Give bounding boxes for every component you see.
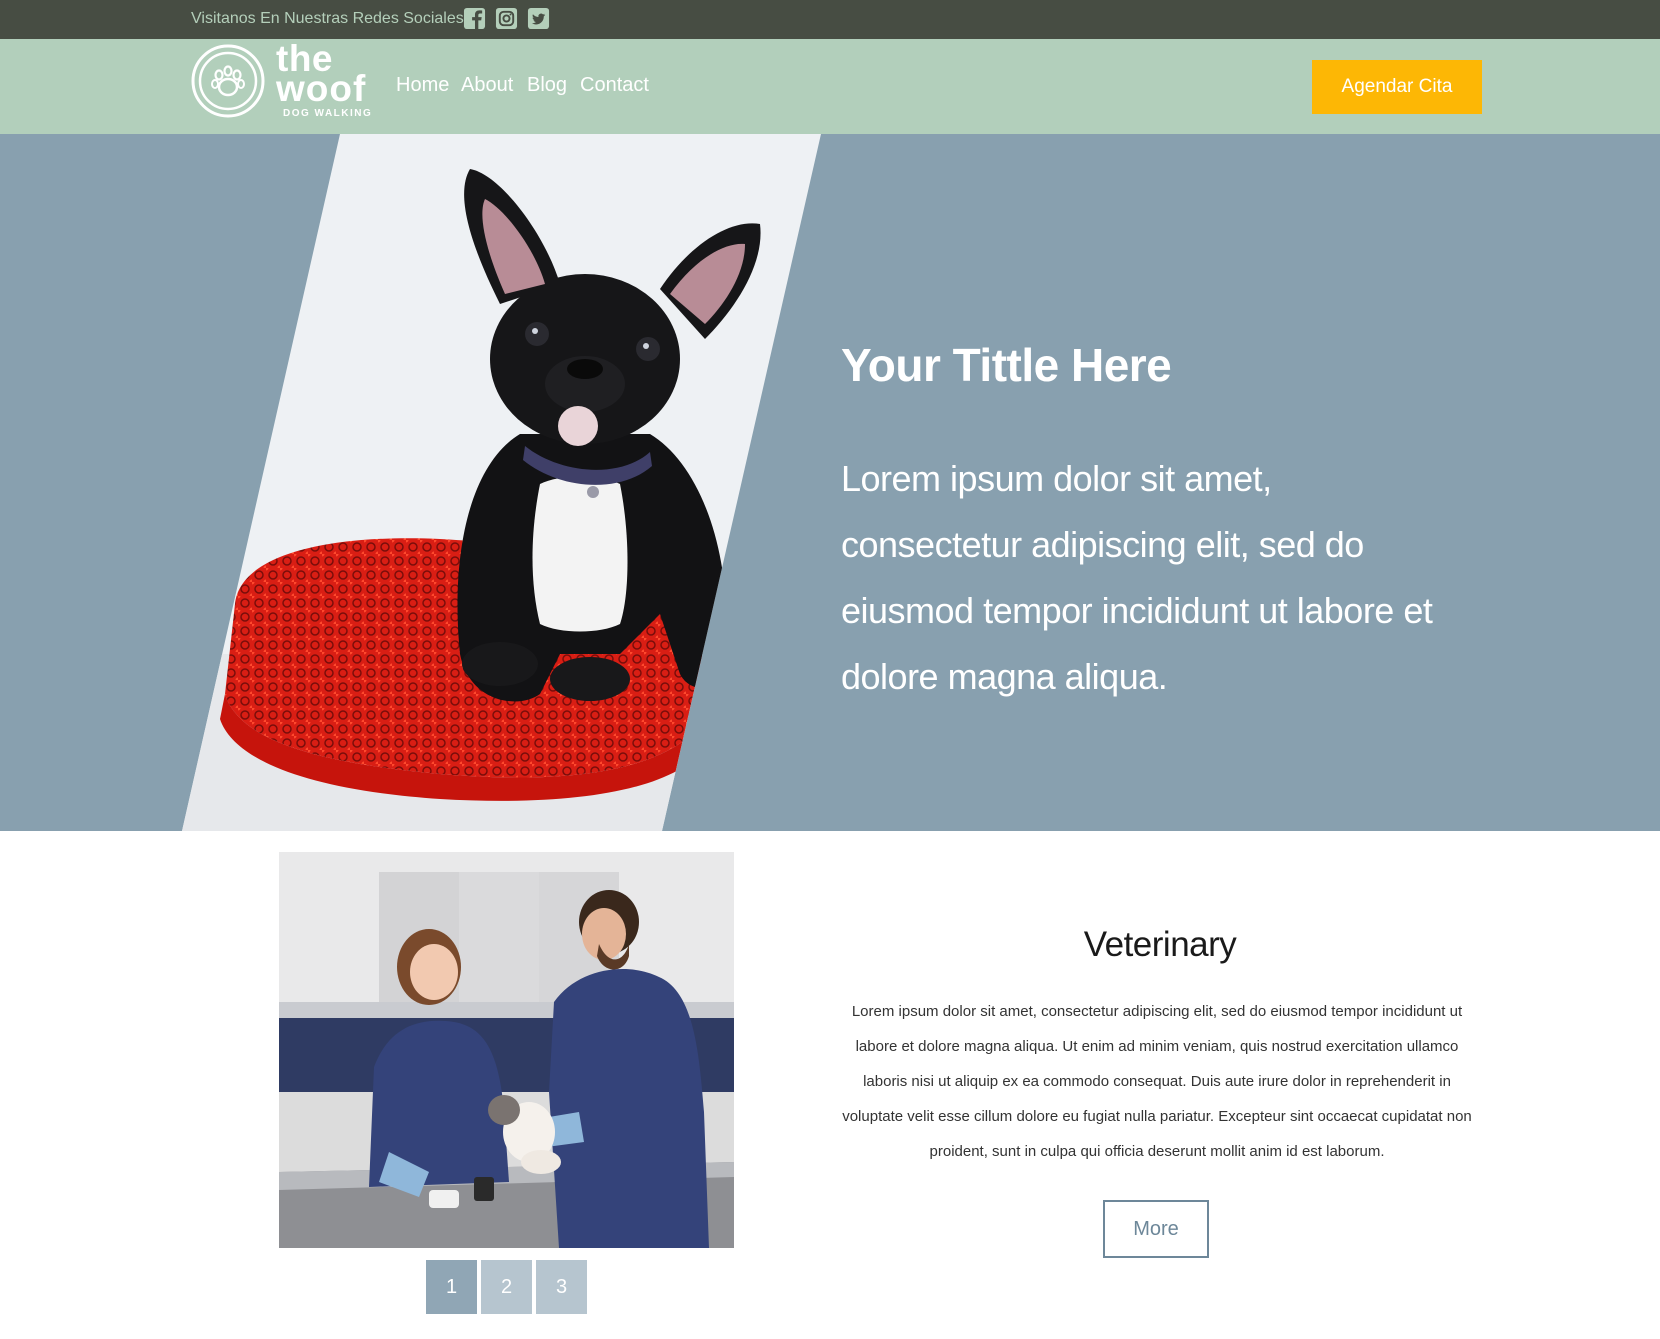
paw-icon[interactable] (191, 41, 265, 121)
nav-link-home[interactable]: Home (396, 74, 449, 97)
carousel-page-3[interactable]: 3 (536, 1260, 587, 1314)
hero-section: Your Tittle Here Lorem ipsum dolor sit a… (0, 134, 1660, 831)
more-button[interactable]: More (1103, 1200, 1209, 1258)
nav-link-contact[interactable]: Contact (580, 74, 649, 97)
carousel-page-2[interactable]: 2 (481, 1260, 532, 1314)
schedule-appointment-button[interactable]: Agendar Cita (1312, 60, 1482, 114)
carousel-page-1[interactable]: 1 (426, 1260, 477, 1314)
nav-link-about[interactable]: About (461, 74, 513, 97)
social-prompt-text: Visitanos En Nuestras Redes Sociales (191, 10, 464, 27)
instagram-icon[interactable] (495, 7, 518, 30)
service-title: Veterinary (1083, 925, 1237, 964)
service-description: Lorem ipsum dolor sit amet, consectetur … (842, 1003, 1472, 1160)
main-navbar: the woof DOG WALKING Home About Blog Con… (0, 39, 1660, 134)
nav-link-blog[interactable]: Blog (527, 74, 567, 97)
hero-title: Your Tittle Here (841, 339, 1172, 391)
hero-description: Lorem ipsum dolor sit amet, consectetur … (841, 458, 1433, 697)
twitter-icon[interactable] (527, 7, 550, 30)
veterinary-image (279, 852, 734, 1248)
logo-wordmark-woof: woof (276, 68, 367, 109)
facebook-icon[interactable] (463, 7, 486, 30)
top-bar: Visitanos En Nuestras Redes Sociales (0, 0, 1660, 39)
logo-tagline: DOG WALKING (283, 108, 373, 119)
